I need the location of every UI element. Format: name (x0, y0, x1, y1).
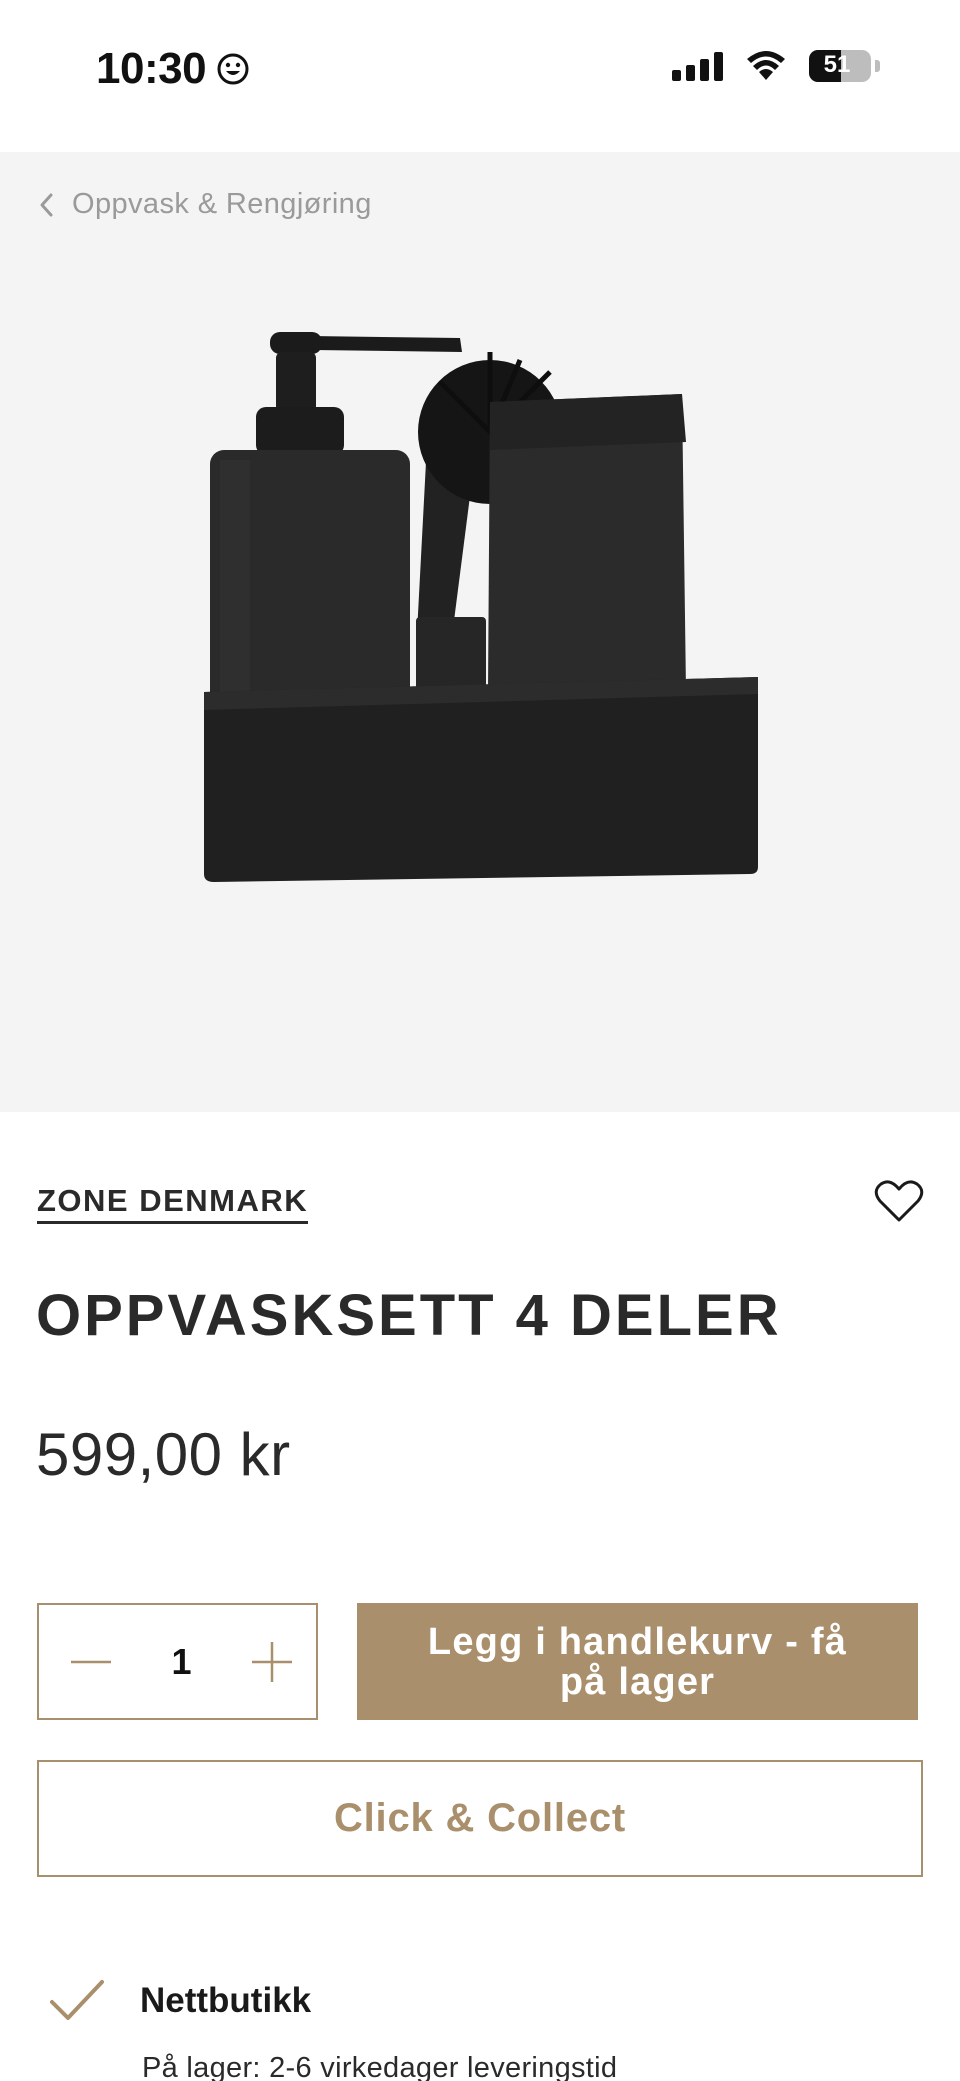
smiley-icon (217, 53, 249, 85)
quantity-stepper: 1 (37, 1603, 318, 1720)
battery-icon: 51 (809, 50, 871, 82)
plus-icon (252, 1641, 292, 1682)
availability-title: Nettbutikk (140, 1981, 312, 2020)
dish-set-image (204, 332, 758, 882)
product-gallery[interactable]: Oppvask & Rengjøring (0, 152, 960, 1112)
increase-quantity-button[interactable] (250, 1640, 294, 1684)
breadcrumb[interactable]: Oppvask & Rengjøring (36, 188, 372, 221)
status-time-text: 10:30 (96, 44, 207, 93)
decrease-quantity-button[interactable] (69, 1640, 113, 1684)
chevron-left-icon (40, 193, 53, 216)
add-to-cart-button[interactable]: Legg i handlekurv - få på lager (357, 1603, 918, 1720)
status-time: 10:30 (96, 44, 250, 94)
product-price: 599,00 kr (36, 1421, 291, 1488)
availability-subtitle: På lager: 2-6 virkedager leveringstid (142, 2052, 618, 2081)
signal-icon (672, 51, 723, 81)
quantity-value[interactable]: 1 (171, 1641, 191, 1683)
checkmark-icon (50, 1980, 104, 2020)
heart-icon[interactable] (874, 1178, 924, 1224)
minus-icon (71, 1660, 111, 1663)
status-icons: 51 (672, 50, 880, 82)
status-bar: 10:30 51 (0, 0, 960, 152)
wifi-icon (747, 51, 785, 80)
product-title: OPPVASKSETT 4 DELER (36, 1283, 782, 1348)
battery-cap (875, 60, 880, 72)
battery-percent: 51 (823, 51, 851, 78)
click-collect-button[interactable]: Click & Collect (37, 1760, 923, 1877)
brand-link[interactable]: ZONE DENMARK (37, 1183, 309, 1224)
breadcrumb-label: Oppvask & Rengjøring (72, 188, 372, 220)
availability-row: Nettbutikk (48, 1978, 311, 2024)
